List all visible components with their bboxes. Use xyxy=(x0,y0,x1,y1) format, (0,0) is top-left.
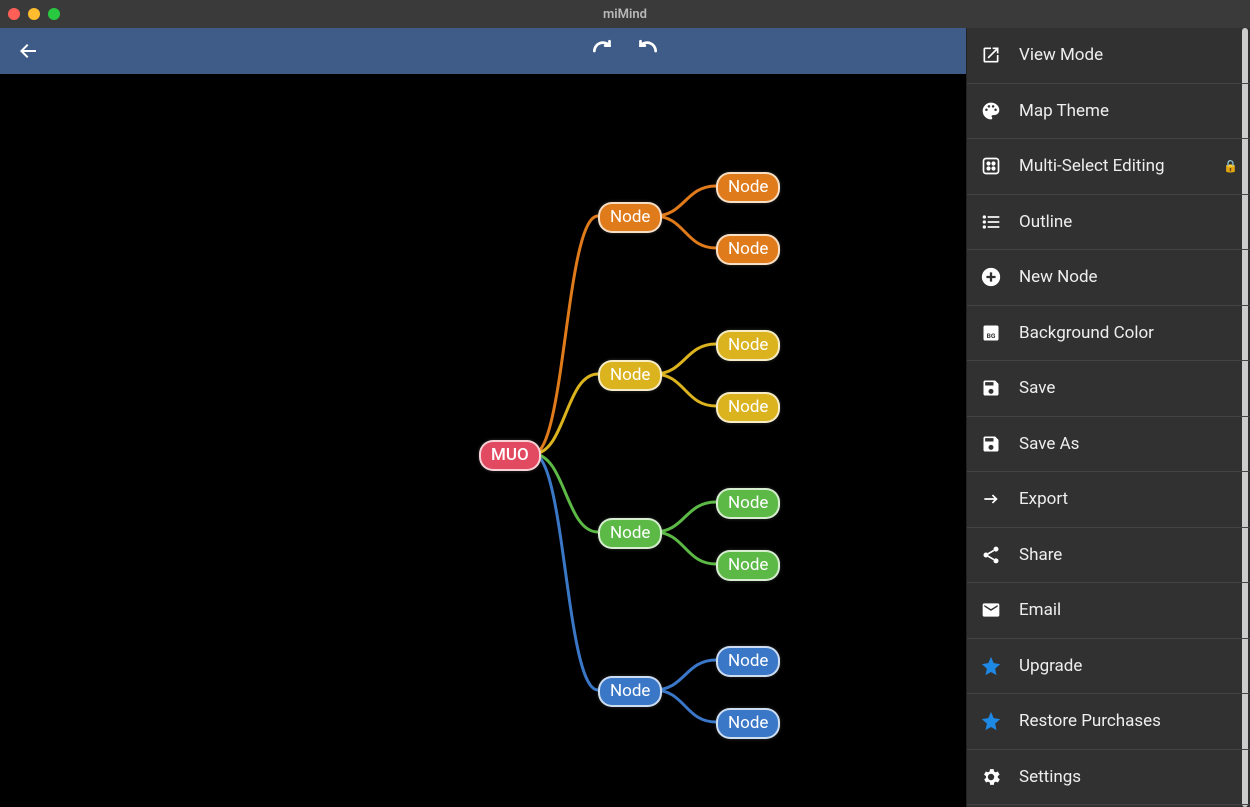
external-icon xyxy=(979,43,1003,67)
undo-button[interactable] xyxy=(590,38,616,64)
menu-item-label: View Mode xyxy=(1019,45,1236,65)
bg-icon: BG xyxy=(979,321,1003,345)
menu-item-label: Email xyxy=(1019,600,1236,620)
traffic-lights xyxy=(8,8,60,20)
menu-item-multi-select[interactable]: Multi-Select Editing 🔒 xyxy=(967,139,1250,195)
mindmap-node[interactable]: Node xyxy=(598,360,662,391)
mindmap-node[interactable]: Node xyxy=(716,488,780,519)
mail-icon xyxy=(979,598,1003,622)
menu-item-new-node[interactable]: New Node xyxy=(967,250,1250,306)
menu-item-label: Export xyxy=(1019,489,1236,509)
menu-item-email[interactable]: Email xyxy=(967,583,1250,639)
menu-item-label: Upgrade xyxy=(1019,656,1236,676)
mindmap-node[interactable]: Node xyxy=(716,646,780,677)
menu-item-settings[interactable]: Settings xyxy=(967,750,1250,806)
menu-item-view-mode[interactable]: View Mode xyxy=(967,28,1250,84)
multi-icon xyxy=(979,154,1003,178)
menu-item-label: Restore Purchases xyxy=(1019,711,1236,731)
minimize-window-button[interactable] xyxy=(28,8,40,20)
back-button[interactable] xyxy=(10,28,46,74)
star-icon xyxy=(979,709,1003,733)
back-arrow-icon xyxy=(16,39,40,63)
mindmap-node[interactable]: Node xyxy=(598,202,662,233)
menu-item-share[interactable]: Share xyxy=(967,528,1250,584)
star-icon xyxy=(979,654,1003,678)
menu-item-label: Multi-Select Editing xyxy=(1019,156,1236,176)
save-icon xyxy=(979,432,1003,456)
mindmap-node[interactable]: Node xyxy=(716,234,780,265)
share-icon xyxy=(979,543,1003,567)
edge-layer xyxy=(0,74,966,807)
menu-item-map-theme[interactable]: Map Theme xyxy=(967,84,1250,140)
menu-item-label: Share xyxy=(1019,545,1236,565)
menu-item-restore[interactable]: Restore Purchases xyxy=(967,694,1250,750)
svg-text:BG: BG xyxy=(987,332,996,340)
mindmap-node[interactable]: Node xyxy=(598,676,662,707)
menu-item-label: Save As xyxy=(1019,434,1236,454)
undo-icon xyxy=(590,38,616,64)
menu-item-outline[interactable]: Outline xyxy=(967,195,1250,251)
palette-icon xyxy=(979,99,1003,123)
menu-item-save[interactable]: Save xyxy=(967,361,1250,417)
close-window-button[interactable] xyxy=(8,8,20,20)
window-title: miMind xyxy=(0,7,1250,22)
maximize-window-button[interactable] xyxy=(48,8,60,20)
mindmap-node[interactable]: Node xyxy=(716,172,780,203)
arrow-icon xyxy=(979,487,1003,511)
menu-item-label: Map Theme xyxy=(1019,101,1236,121)
window-titlebar: miMind xyxy=(0,0,1250,28)
menu-item-label: Outline xyxy=(1019,212,1236,232)
redo-button[interactable] xyxy=(634,38,660,64)
mindmap-canvas[interactable]: MUO Node Node Node Node Node Node Node Node Node N… xyxy=(0,74,966,807)
menu-item-save-as[interactable]: Save As xyxy=(967,417,1250,473)
menu-item-label: New Node xyxy=(1019,267,1236,287)
menu-item-export[interactable]: Export xyxy=(967,472,1250,528)
redo-icon xyxy=(634,38,660,64)
menu-item-bg-color[interactable]: BG Background Color xyxy=(967,306,1250,362)
menu-item-label: Settings xyxy=(1019,767,1236,787)
gear-icon xyxy=(979,765,1003,789)
menu-item-label: Save xyxy=(1019,378,1236,398)
save-icon xyxy=(979,376,1003,400)
menu-item-upgrade[interactable]: Upgrade xyxy=(967,639,1250,695)
mindmap-node[interactable]: Node xyxy=(716,550,780,581)
mindmap-node[interactable]: Node xyxy=(716,330,780,361)
mindmap-root-node[interactable]: MUO xyxy=(479,440,541,471)
plus-icon xyxy=(979,265,1003,289)
list-icon xyxy=(979,210,1003,234)
menu-item-label: Background Color xyxy=(1019,323,1236,343)
context-menu: View Mode Map Theme Multi-Select Editing… xyxy=(966,28,1250,807)
mindmap-node[interactable]: Node xyxy=(716,708,780,739)
mindmap-node[interactable]: Node xyxy=(598,518,662,549)
mindmap-node[interactable]: Node xyxy=(716,392,780,423)
lock-icon: 🔒 xyxy=(1223,159,1238,173)
